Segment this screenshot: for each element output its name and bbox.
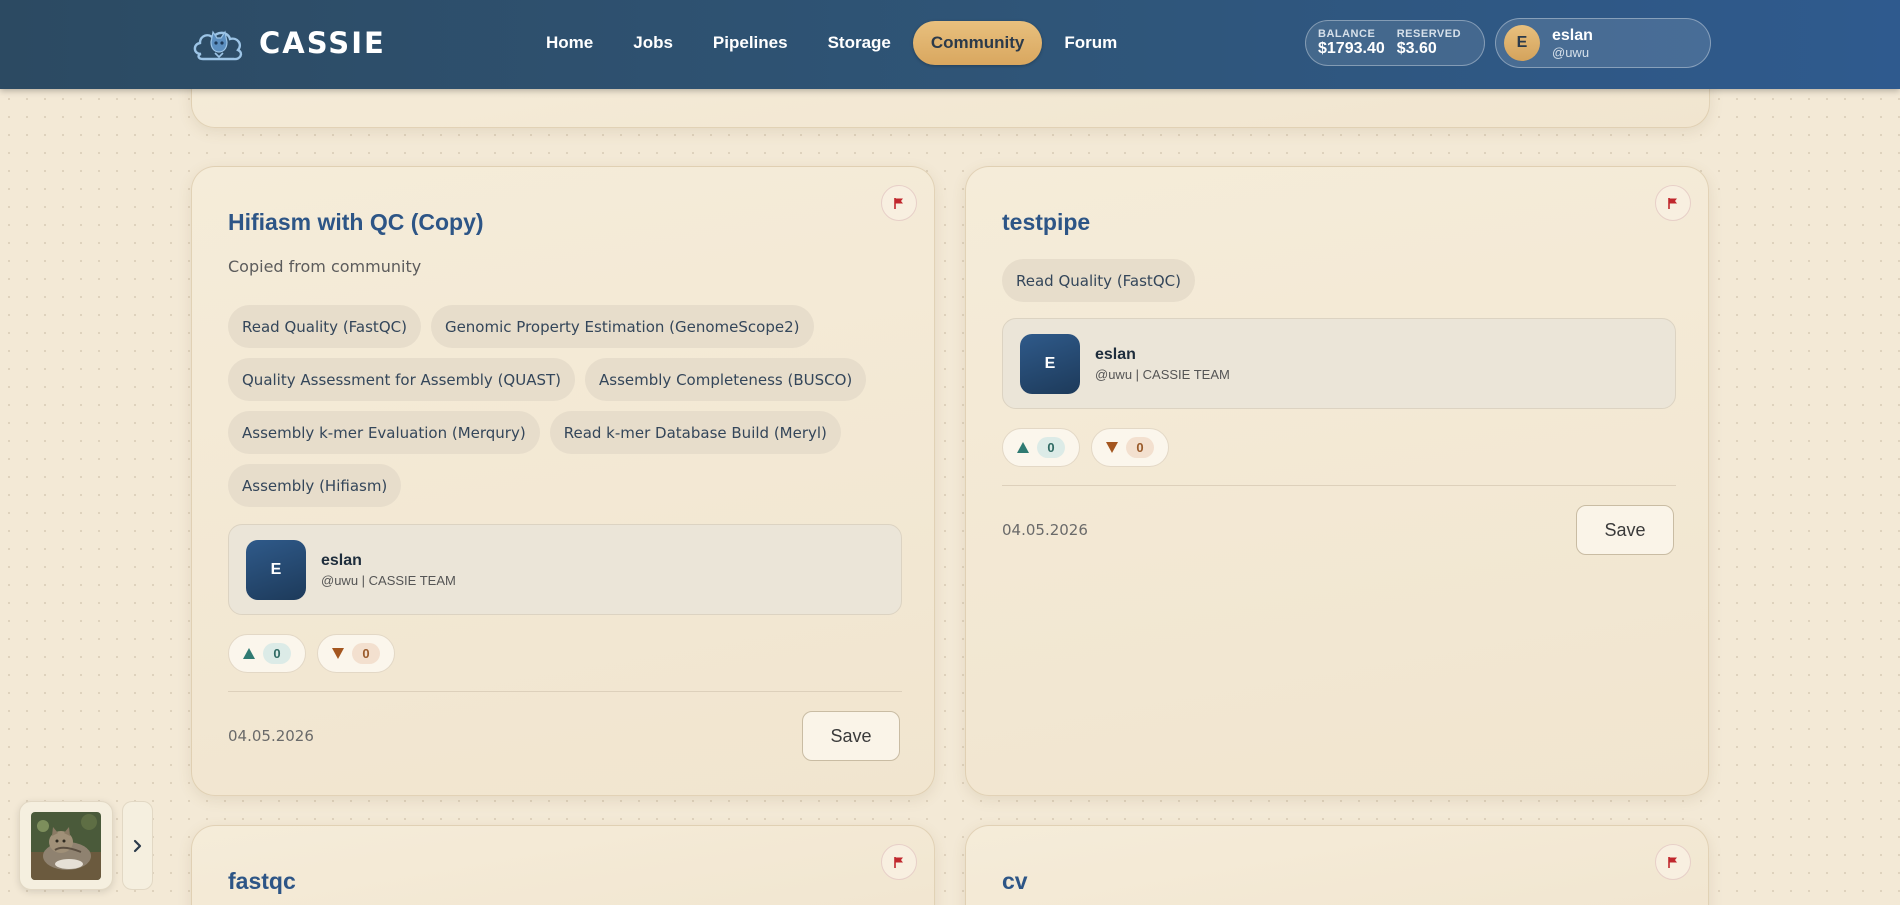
tool-tag: Read Quality (FastQC) [1002, 259, 1195, 302]
reserved-label: RESERVED [1396, 28, 1462, 40]
report-button[interactable] [1655, 844, 1691, 880]
flag-icon [1668, 198, 1677, 209]
main-nav: Home Jobs Pipelines Storage Community Fo… [528, 20, 1135, 66]
upvote-button[interactable]: 0 [228, 634, 306, 673]
tool-tag: Genomic Property Estimation (GenomeScope… [430, 305, 814, 348]
reserved-column: RESERVED $3.60 [1397, 28, 1461, 58]
brand-name: CASSIE [259, 26, 386, 60]
author-info[interactable]: E eslan @uwu | CASSIE TEAM [228, 524, 902, 615]
balance-column: BALANCE $1793.40 [1318, 28, 1385, 58]
upvote-button[interactable]: 0 [1002, 428, 1080, 467]
cat-photo-cover-art [31, 811, 101, 880]
expand-player-button[interactable] [122, 801, 153, 890]
user-info: eslan @uwu [1552, 27, 1593, 60]
author-details: eslan @uwu | CASSIE TEAM [321, 552, 456, 588]
tool-tags: Read Quality (FastQC) Genomic Property E… [228, 305, 868, 507]
tool-tag: Assembly (Hifiasm) [228, 464, 402, 507]
upvote-count: 0 [263, 643, 291, 664]
author-info[interactable]: E eslan @uwu | CASSIE TEAM [1002, 318, 1676, 409]
author-avatar: E [1020, 333, 1080, 394]
triangle-up-icon [243, 648, 255, 659]
report-button[interactable] [1655, 185, 1691, 221]
pipeline-date: 04.05.2026 [1002, 521, 1088, 539]
author-name: eslan [321, 551, 362, 569]
user-handle: @uwu [1552, 44, 1590, 60]
reserved-value: $3.60 [1396, 40, 1437, 57]
flag-icon [1668, 857, 1677, 868]
downvote-count: 0 [352, 643, 380, 664]
nav-pipelines[interactable]: Pipelines [695, 21, 806, 65]
vote-controls: 0 0 [1002, 428, 1169, 467]
triangle-down-icon [332, 648, 344, 659]
pipeline-date: 04.05.2026 [228, 727, 314, 745]
nav-home[interactable]: Home [528, 21, 611, 65]
save-button[interactable]: Save [1576, 505, 1674, 555]
nav-forum[interactable]: Forum [1046, 21, 1135, 65]
nav-storage[interactable]: Storage [810, 21, 909, 65]
triangle-up-icon [1017, 442, 1029, 453]
brand[interactable]: CASSIE [191, 18, 386, 68]
save-button[interactable]: Save [802, 711, 900, 761]
downvote-count: 0 [1126, 437, 1154, 458]
author-details: eslan @uwu | CASSIE TEAM [1095, 346, 1230, 382]
pipeline-title[interactable]: cv [1002, 868, 1028, 895]
cat-cloud-logo-icon [193, 30, 243, 61]
pipeline-card: testpipe Read Quality (FastQC) E eslan @… [965, 166, 1709, 796]
tool-tag: Read Quality (FastQC) [228, 305, 421, 348]
author-avatar: E [246, 539, 306, 600]
balance-label: BALANCE [1318, 28, 1376, 40]
report-button[interactable] [881, 185, 917, 221]
triangle-down-icon [1106, 442, 1118, 453]
chevron-right-icon [133, 839, 141, 852]
downvote-button[interactable]: 0 [317, 634, 395, 673]
divider [228, 691, 902, 692]
upvote-count: 0 [1037, 437, 1065, 458]
pipeline-description: Copied from community [228, 257, 422, 276]
divider [1002, 485, 1676, 486]
author-meta: @uwu | CASSIE TEAM [1095, 366, 1230, 382]
user-name: eslan [1552, 26, 1593, 44]
report-button[interactable] [881, 844, 917, 880]
balance-display[interactable]: BALANCE $1793.40 RESERVED $3.60 [1305, 20, 1485, 66]
author-name: eslan [1095, 345, 1136, 363]
user-menu[interactable]: E eslan @uwu [1495, 18, 1711, 68]
nav-jobs[interactable]: Jobs [615, 21, 691, 65]
flag-icon [894, 857, 903, 868]
tool-tag: Assembly Completeness (BUSCO) [585, 358, 867, 401]
tool-tags: Read Quality (FastQC) [1002, 259, 1642, 302]
nav-community[interactable]: Community [912, 21, 1043, 65]
pipeline-card: fastqc [191, 825, 935, 905]
mini-player[interactable] [19, 801, 113, 890]
pipeline-title[interactable]: Hifiasm with QC (Copy) [228, 209, 484, 236]
top-navigation-bar: CASSIE Home Jobs Pipelines Storage Commu… [0, 0, 1900, 89]
tool-tag: Quality Assessment for Assembly (QUAST) [228, 358, 576, 401]
downvote-button[interactable]: 0 [1091, 428, 1169, 467]
pipeline-card: Hifiasm with QC (Copy) Copied from commu… [191, 166, 935, 796]
avatar: E [1504, 25, 1540, 61]
pipeline-title[interactable]: fastqc [228, 868, 296, 895]
flag-icon [894, 198, 903, 209]
pipeline-title[interactable]: testpipe [1002, 209, 1090, 236]
balance-value: $1793.40 [1318, 40, 1385, 57]
author-meta: @uwu | CASSIE TEAM [321, 572, 456, 588]
pipeline-card: cv [965, 825, 1709, 905]
tool-tag: Read k-mer Database Build (Meryl) [549, 411, 841, 454]
tool-tag: Assembly k-mer Evaluation (Merqury) [228, 411, 540, 454]
vote-controls: 0 0 [228, 634, 395, 673]
